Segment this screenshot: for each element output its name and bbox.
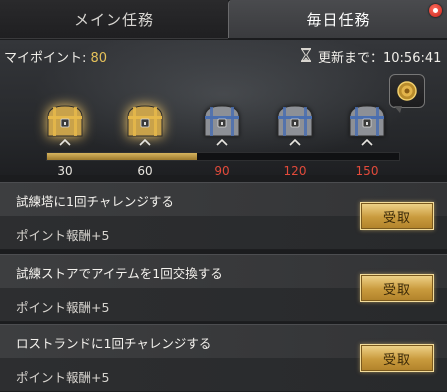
mission-reward: ポイント報酬+5 xyxy=(16,300,110,315)
chevron-up-icon xyxy=(139,139,151,146)
treasure-chest-icon[interactable] xyxy=(200,102,244,140)
points-tick-label: 150 xyxy=(355,164,379,178)
progress-bar xyxy=(46,152,400,161)
points-tick-label: 90 xyxy=(214,164,230,178)
chevron-up-icon xyxy=(361,139,373,146)
my-points-label: マイポイント: xyxy=(4,51,87,66)
treasure-chest-icon[interactable] xyxy=(345,102,389,140)
claim-button[interactable]: 受取 xyxy=(360,202,434,230)
mission-title: 試練塔に1回チャレンジする xyxy=(16,194,174,209)
chevron-up-icon xyxy=(216,139,228,146)
treasure-chest-icon[interactable] xyxy=(43,102,87,140)
treasure-chest-icon[interactable] xyxy=(273,102,317,140)
refresh-timer: 更新まで：10:56:41 xyxy=(318,51,442,66)
progress-fill xyxy=(47,153,198,160)
mission-row: 試練塔に1回チャレンジする ポイント報酬+5 受取 xyxy=(0,182,447,250)
tab-main-missions[interactable]: メイン任務 xyxy=(0,0,228,39)
notification-dot xyxy=(429,4,442,17)
treasure-chest-icon[interactable] xyxy=(123,102,167,140)
gift-box-icon[interactable] xyxy=(389,74,425,113)
mission-reward: ポイント報酬+5 xyxy=(16,370,110,385)
tab-daily-label: 毎日任務 xyxy=(306,10,371,29)
points-tick-label: 30 xyxy=(57,164,73,178)
my-points-value: 80 xyxy=(90,51,108,66)
chevron-up-icon xyxy=(59,139,71,146)
hourglass-icon xyxy=(301,48,311,62)
chevron-up-icon xyxy=(289,139,301,146)
mission-title: 試練ストアでアイテムを1回交換する xyxy=(16,266,223,281)
reward-progress-panel: マイポイント: 80 更新まで：10:56:41 30 60 90 120 150 xyxy=(0,40,447,178)
points-tick-label: 120 xyxy=(283,164,307,178)
mission-row: ロストランドに1回チャレンジする ポイント報酬+5 受取 xyxy=(0,324,447,392)
claim-button[interactable]: 受取 xyxy=(360,344,434,372)
my-points: マイポイント: 80 xyxy=(4,47,107,66)
mission-row: 試練ストアでアイテムを1回交換する ポイント報酬+5 受取 xyxy=(0,254,447,322)
tab-bar: メイン任務 毎日任務 xyxy=(0,0,447,40)
mission-title: ロストランドに1回チャレンジする xyxy=(16,336,212,351)
claim-button[interactable]: 受取 xyxy=(360,274,434,302)
mission-reward: ポイント報酬+5 xyxy=(16,228,110,243)
points-tick-label: 60 xyxy=(137,164,153,178)
tab-daily-missions[interactable]: 毎日任務 xyxy=(228,0,447,38)
